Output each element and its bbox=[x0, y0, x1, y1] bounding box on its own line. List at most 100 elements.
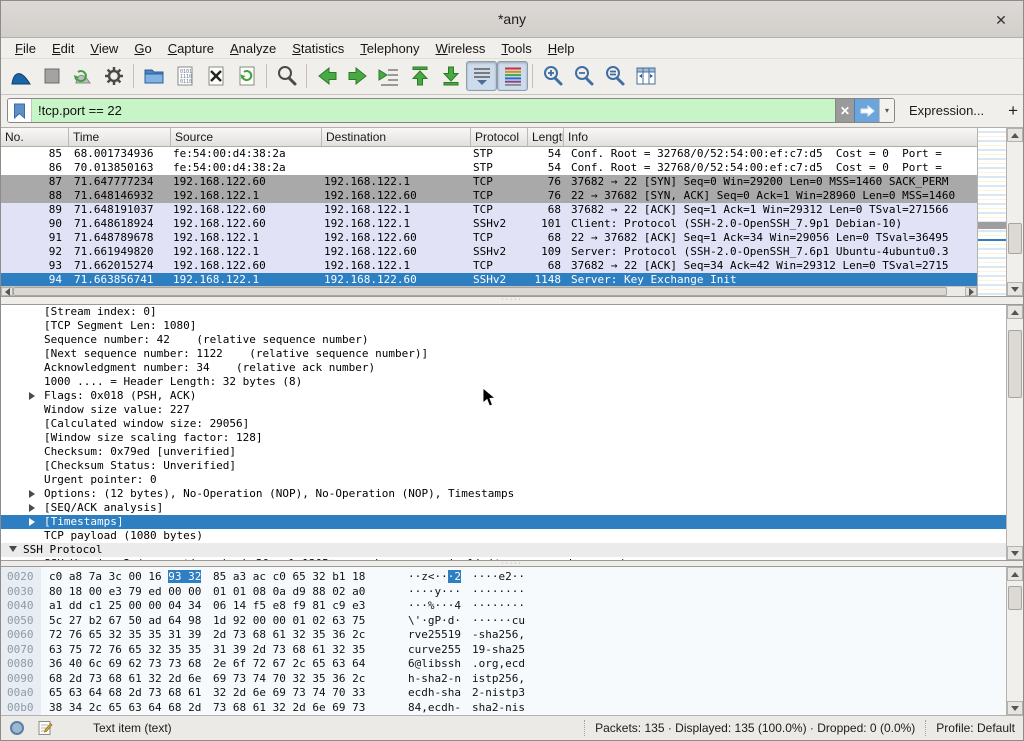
hex-row[interactable]: 0070 63 75 72 76 65 32 35 35 31 39 2d 73… bbox=[1, 643, 1006, 658]
detail-row[interactable]: [Calculated window size: 29056] bbox=[1, 417, 1006, 431]
filter-history-dropdown[interactable]: ▾ bbox=[879, 99, 894, 122]
details-vscrollbar[interactable] bbox=[1006, 305, 1023, 560]
menu-item[interactable]: Go bbox=[126, 39, 159, 58]
capture-options-button[interactable] bbox=[98, 61, 129, 91]
expert-info-icon[interactable] bbox=[9, 720, 25, 736]
vscroll-thumb[interactable] bbox=[1008, 330, 1022, 398]
hex-row[interactable]: 00b0 38 34 2c 65 63 64 68 2d 73 68 61 32… bbox=[1, 701, 1006, 716]
menu-item[interactable]: Capture bbox=[160, 39, 222, 58]
detail-row[interactable]: [SEQ/ACK analysis] bbox=[1, 501, 1006, 515]
hex-row[interactable]: 0060 72 76 65 32 35 35 31 39 2d 73 68 61… bbox=[1, 628, 1006, 643]
scroll-up-icon[interactable] bbox=[1007, 305, 1023, 319]
filter-apply-button[interactable] bbox=[854, 99, 879, 122]
go-forward-button[interactable] bbox=[342, 61, 373, 91]
packet-row[interactable]: 94 71.663856741 192.168.122.1 192.168.12… bbox=[1, 273, 977, 286]
hex-row[interactable]: 0020 c0 a8 7a 3c 00 16 93 32 85 a3 ac c0… bbox=[1, 570, 1006, 585]
auto-scroll-button[interactable] bbox=[466, 61, 497, 91]
expander-icon[interactable] bbox=[29, 392, 35, 400]
detail-row[interactable]: Options: (12 bytes), No-Operation (NOP),… bbox=[1, 487, 1006, 501]
packet-row[interactable]: 93 71.662015274 192.168.122.60 192.168.1… bbox=[1, 259, 977, 273]
hscroll-thumb[interactable] bbox=[13, 287, 947, 296]
hex-row[interactable]: 0030 80 18 00 e3 79 ed 00 00 01 01 08 0a… bbox=[1, 585, 1006, 600]
menu-item[interactable]: File bbox=[7, 39, 44, 58]
find-packet-button[interactable] bbox=[271, 61, 302, 91]
add-filter-button[interactable]: + bbox=[1008, 101, 1018, 121]
column-header-destination[interactable]: Destination bbox=[322, 128, 471, 146]
capture-stop-button[interactable] bbox=[36, 61, 67, 91]
menu-item[interactable]: Statistics bbox=[284, 39, 352, 58]
colorize-button[interactable] bbox=[497, 61, 528, 91]
packet-row[interactable]: 89 71.648191037 192.168.122.60 192.168.1… bbox=[1, 203, 977, 217]
packet-row[interactable]: 87 71.647777234 192.168.122.60 192.168.1… bbox=[1, 175, 977, 189]
detail-row[interactable]: Flags: 0x018 (PSH, ACK) bbox=[1, 389, 1006, 403]
detail-row[interactable]: [Timestamps] bbox=[1, 515, 1006, 529]
menu-item[interactable]: View bbox=[82, 39, 126, 58]
file-open-button[interactable] bbox=[138, 61, 169, 91]
hex-vscrollbar[interactable] bbox=[1006, 567, 1023, 715]
packet-row[interactable]: 92 71.661949820 192.168.122.1 192.168.12… bbox=[1, 245, 977, 259]
packet-list-vscrollbar[interactable] bbox=[1006, 128, 1023, 296]
capture-restart-button[interactable] bbox=[67, 61, 98, 91]
scroll-down-icon[interactable] bbox=[1007, 282, 1023, 296]
scroll-up-icon[interactable] bbox=[1007, 567, 1023, 581]
detail-row[interactable]: [Stream index: 0] bbox=[1, 305, 1006, 319]
column-header-source[interactable]: Source bbox=[171, 128, 322, 146]
scroll-down-icon[interactable] bbox=[1007, 546, 1023, 560]
scroll-up-icon[interactable] bbox=[1007, 128, 1023, 142]
menu-item[interactable]: Wireless bbox=[428, 39, 494, 58]
column-header-info[interactable]: Info bbox=[564, 128, 977, 146]
vscroll-thumb[interactable] bbox=[1008, 223, 1022, 254]
detail-row[interactable]: [Checksum Status: Unverified] bbox=[1, 459, 1006, 473]
file-close-button[interactable] bbox=[200, 61, 231, 91]
packet-row[interactable]: 86 70.013850163 fe:54:00:d4:38:2a STP 54… bbox=[1, 161, 977, 175]
detail-row[interactable]: SSH Protocol bbox=[1, 543, 1006, 557]
expander-icon[interactable] bbox=[29, 518, 35, 526]
menu-item[interactable]: Tools bbox=[493, 39, 539, 58]
filter-bookmark-button[interactable] bbox=[8, 99, 32, 122]
column-header-length[interactable]: Length bbox=[528, 128, 564, 146]
packet-row[interactable]: 90 71.648618924 192.168.122.60 192.168.1… bbox=[1, 217, 977, 231]
go-first-button[interactable] bbox=[404, 61, 435, 91]
scroll-down-icon[interactable] bbox=[1007, 701, 1023, 715]
detail-row[interactable]: Sequence number: 42 (relative sequence n… bbox=[1, 333, 1006, 347]
expander-icon[interactable] bbox=[29, 504, 35, 512]
pane-splitter[interactable]: ····· bbox=[1, 297, 1023, 304]
menu-item[interactable]: Help bbox=[540, 39, 583, 58]
detail-row[interactable]: Urgent pointer: 0 bbox=[1, 473, 1006, 487]
detail-row[interactable]: [Window size scaling factor: 128] bbox=[1, 431, 1006, 445]
column-header-time[interactable]: Time bbox=[69, 128, 171, 146]
expander-icon[interactable] bbox=[9, 546, 17, 552]
close-window-icon[interactable]: ✕ bbox=[991, 10, 1011, 30]
display-filter-input[interactable] bbox=[32, 99, 835, 122]
expression-button[interactable]: Expression... bbox=[909, 103, 984, 118]
zoom-in-button[interactable] bbox=[537, 61, 568, 91]
vscroll-track[interactable] bbox=[1007, 319, 1023, 546]
detail-row[interactable]: TCP payload (1080 bytes) bbox=[1, 529, 1006, 543]
vscroll-track[interactable] bbox=[1007, 581, 1023, 701]
hex-row[interactable]: 0090 68 2d 73 68 61 32 2d 6e 69 73 74 70… bbox=[1, 672, 1006, 687]
packet-row[interactable]: 88 71.648146932 192.168.122.1 192.168.12… bbox=[1, 189, 977, 203]
scroll-right-icon[interactable] bbox=[965, 287, 977, 296]
column-header-no[interactable]: No. bbox=[1, 128, 69, 146]
go-last-button[interactable] bbox=[435, 61, 466, 91]
menu-item[interactable]: Edit bbox=[44, 39, 82, 58]
horizontal-scrollbar[interactable] bbox=[1, 286, 977, 296]
scroll-left-icon[interactable] bbox=[1, 287, 13, 296]
profile-selector[interactable]: Profile: Default bbox=[936, 721, 1015, 735]
detail-row[interactable]: Acknowledgment number: 34 (relative ack … bbox=[1, 361, 1006, 375]
go-back-button[interactable] bbox=[311, 61, 342, 91]
hex-row[interactable]: 0050 5c 27 b2 67 50 ad 64 98 1d 92 00 00… bbox=[1, 614, 1006, 629]
detail-row[interactable]: Checksum: 0x79ed [unverified] bbox=[1, 445, 1006, 459]
intelligent-scrollbar-minimap[interactable] bbox=[977, 128, 1006, 296]
zoom-original-button[interactable] bbox=[599, 61, 630, 91]
expander-icon[interactable] bbox=[29, 490, 35, 498]
capture-start-button[interactable] bbox=[5, 61, 36, 91]
detail-row[interactable]: [Next sequence number: 1122 (relative se… bbox=[1, 347, 1006, 361]
capture-comment-icon[interactable] bbox=[37, 720, 53, 736]
hex-row[interactable]: 0080 36 40 6c 69 62 73 73 68 2e 6f 72 67… bbox=[1, 657, 1006, 672]
file-reload-button[interactable] bbox=[231, 61, 262, 91]
filter-clear-button[interactable]: ✕ bbox=[835, 99, 854, 122]
menu-item[interactable]: Telephony bbox=[352, 39, 427, 58]
resize-columns-button[interactable] bbox=[630, 61, 661, 91]
hex-row[interactable]: 00a0 65 63 64 68 2d 73 68 61 32 2d 6e 69… bbox=[1, 686, 1006, 701]
